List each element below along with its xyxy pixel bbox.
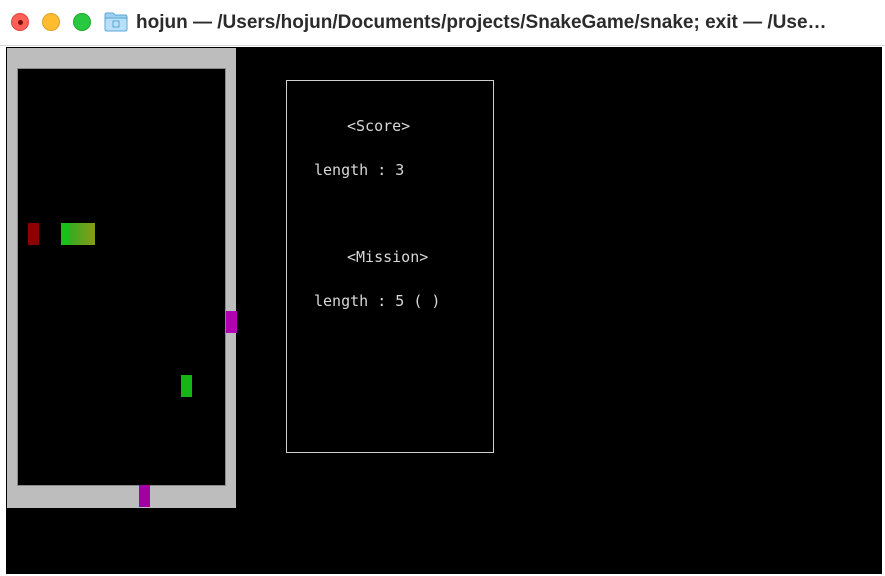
- score-panel: <Score> length : 3 <Mission> length : 5 …: [286, 80, 494, 453]
- close-button[interactable]: [11, 13, 29, 31]
- growth-item: [181, 375, 192, 397]
- mission-heading: <Mission>: [347, 248, 429, 266]
- poison-item: [28, 223, 39, 245]
- zoom-button[interactable]: [73, 13, 91, 31]
- score-length: length : 3: [314, 161, 405, 179]
- mission-length: length : 5 ( ): [314, 292, 441, 310]
- minimize-button[interactable]: [42, 13, 60, 31]
- terminal-window: hojun — /Users/hojun/Documents/projects/…: [0, 0, 885, 576]
- gate-right: [226, 311, 237, 333]
- snake-head: [61, 223, 69, 245]
- title-bar[interactable]: hojun — /Users/hojun/Documents/projects/…: [0, 0, 885, 46]
- game-board: [17, 68, 226, 486]
- window-title: hojun — /Users/hojun/Documents/projects/…: [136, 12, 827, 33]
- gate-bottom: [139, 485, 150, 507]
- terminal-content[interactable]: <Score> length : 3 <Mission> length : 5 …: [6, 47, 882, 574]
- score-heading: <Score>: [347, 117, 411, 135]
- folder-icon: [104, 12, 128, 32]
